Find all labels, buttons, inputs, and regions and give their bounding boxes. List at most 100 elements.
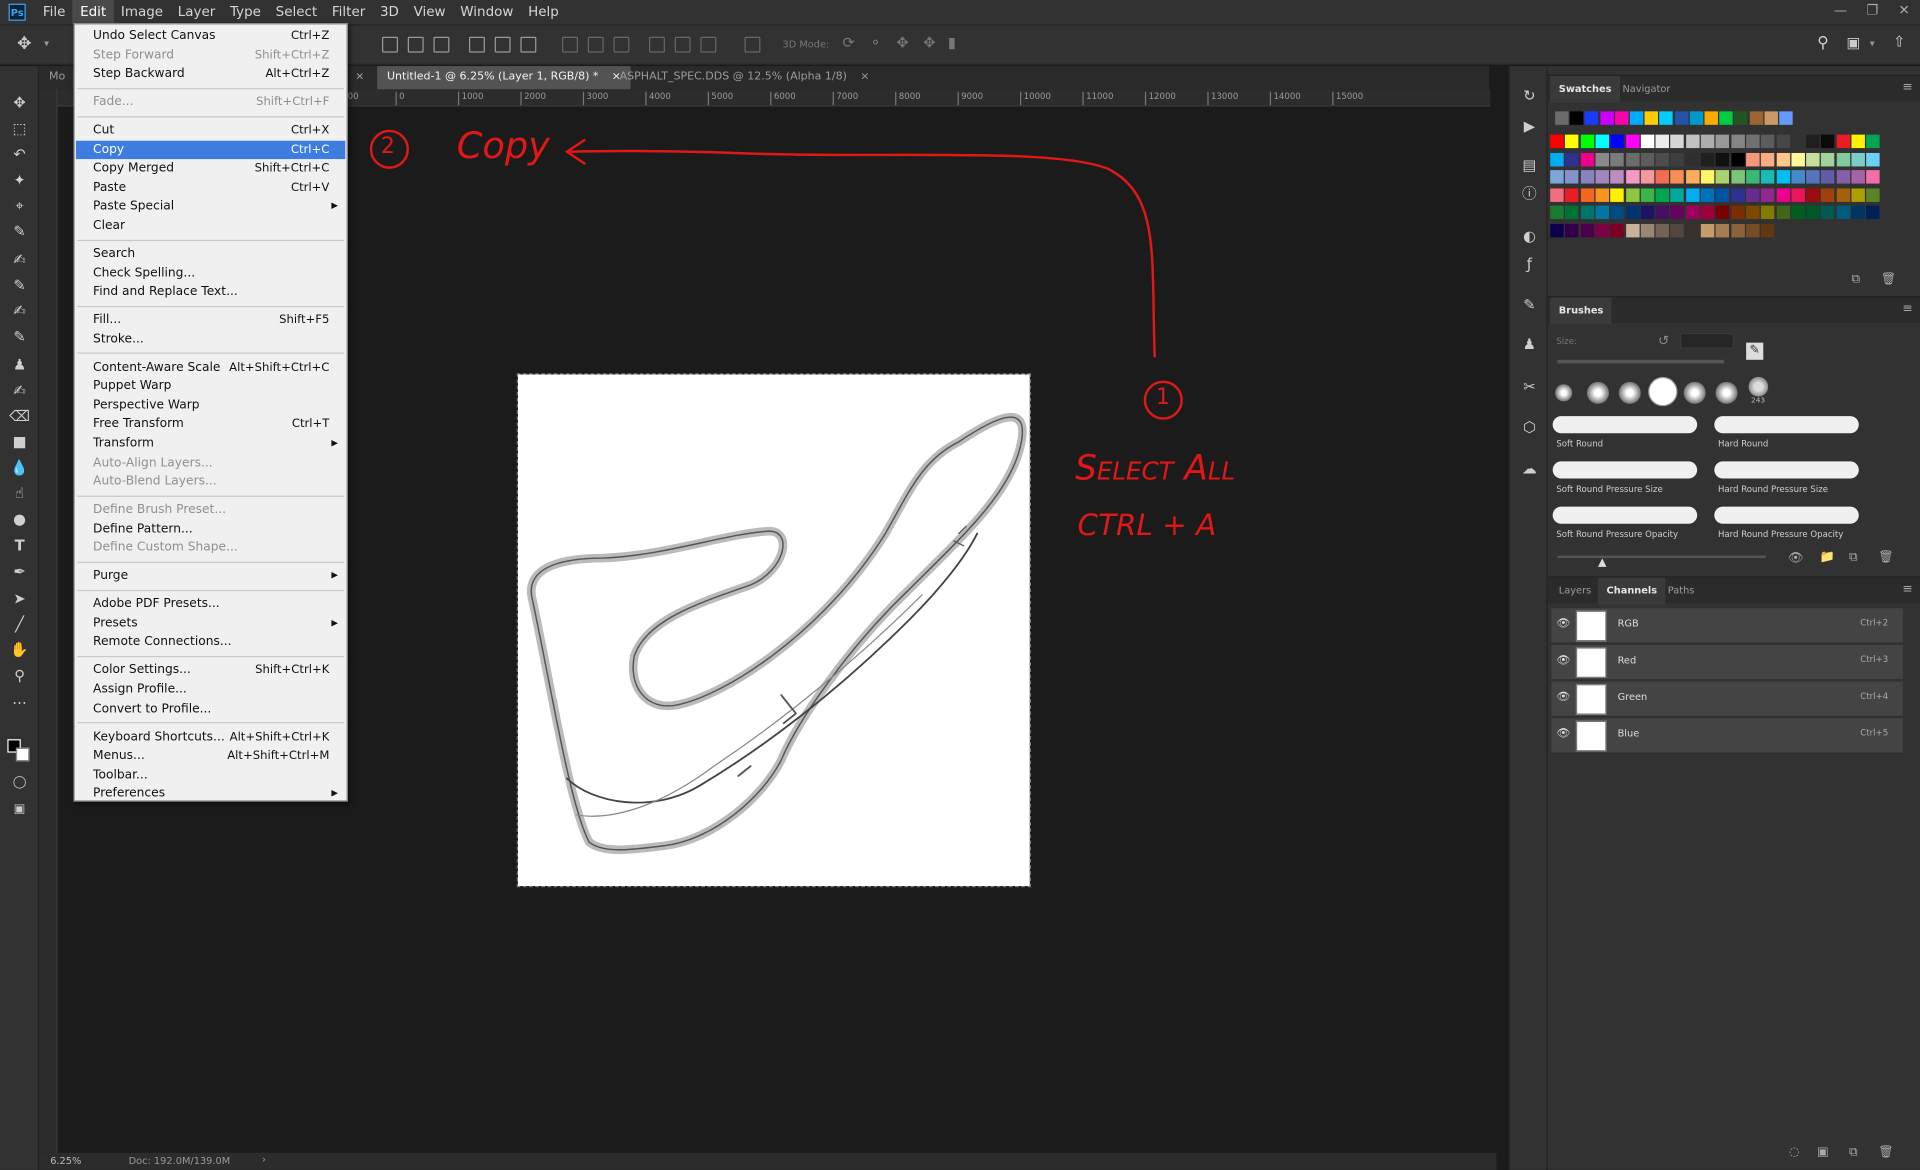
trash-icon[interactable]: 🗑 [1878, 551, 1894, 564]
more-tools-icon[interactable]: ⋯ [9, 693, 31, 713]
swatch[interactable] [1761, 170, 1775, 184]
swatch[interactable] [1640, 170, 1655, 184]
swatch[interactable] [1776, 134, 1790, 149]
visibility-icon[interactable]: 👁 [1556, 618, 1570, 630]
swatch[interactable] [1791, 170, 1805, 184]
gradient-tool-icon[interactable]: ■ [9, 432, 31, 452]
swatch[interactable] [1659, 111, 1674, 125]
distribute-bottom-icon[interactable] [613, 36, 630, 53]
swatch[interactable] [1580, 188, 1594, 202]
menu-item-paste-special[interactable]: Paste Special ▶ [76, 198, 345, 216]
menu-item-presets[interactable]: Presets ▶ [76, 614, 345, 632]
preview-size-slider[interactable] [1557, 555, 1766, 559]
swatch[interactable] [1655, 206, 1670, 220]
marquee-tool-icon[interactable]: ⬚ [9, 119, 31, 139]
menu-item-puppet-warp[interactable]: Puppet Warp [76, 377, 345, 395]
swatch[interactable] [1570, 111, 1584, 125]
menu-type[interactable]: Type [223, 0, 269, 24]
trash-icon[interactable]: 🗑 [1881, 273, 1897, 286]
3d-roll-icon[interactable]: ⚬ [869, 34, 881, 51]
swatch[interactable] [1625, 152, 1639, 166]
swatch[interactable] [1715, 152, 1730, 166]
swatch[interactable] [1821, 170, 1835, 184]
clone-source-icon[interactable]: ♟ [1520, 334, 1540, 354]
channel-row-red[interactable]: 👁 Red Ctrl+3 [1551, 644, 1903, 681]
align-left-icon[interactable] [468, 36, 485, 53]
visibility-icon[interactable]: 👁 [1556, 655, 1570, 667]
swatch[interactable] [1580, 206, 1594, 220]
swatch[interactable] [1550, 134, 1564, 149]
menu-select[interactable]: Select [268, 0, 324, 24]
swatch[interactable] [1746, 134, 1760, 149]
menu-item-purge[interactable]: Purge ▶ [76, 567, 345, 585]
swatch[interactable] [1610, 188, 1624, 202]
swatch[interactable] [1866, 188, 1880, 202]
swatch[interactable] [1580, 170, 1594, 184]
swatch[interactable] [1746, 188, 1760, 202]
3d-pan-icon[interactable]: ✥ [896, 34, 908, 51]
clone-stamp-tool-icon[interactable]: ✍ [9, 301, 31, 321]
swatch[interactable] [1836, 134, 1850, 149]
swatch[interactable] [1670, 188, 1685, 202]
screen-mode-icon[interactable]: ▣ [9, 800, 31, 820]
move-tool-icon[interactable]: ✥ [9, 93, 31, 113]
swatch[interactable] [1550, 170, 1564, 184]
brush-stroke-preview[interactable] [1714, 506, 1859, 524]
menu-item-perspective-warp[interactable]: Perspective Warp [76, 396, 345, 414]
swatch[interactable] [1625, 188, 1639, 202]
3d-icon[interactable]: ⬡ [1520, 417, 1540, 437]
trash-icon[interactable]: 🗑 [1878, 1145, 1894, 1158]
auto-align-icon[interactable] [744, 36, 761, 53]
swatch[interactable] [1851, 152, 1865, 166]
visibility-icon[interactable]: 👁 [1556, 728, 1570, 740]
swatch[interactable] [1625, 170, 1639, 184]
swatch[interactable] [1655, 223, 1670, 238]
reset-icon[interactable]: ↺ [1658, 333, 1669, 349]
lasso-tool-icon[interactable]: ↶ [9, 144, 31, 164]
new-channel-icon[interactable]: ⧉ [1849, 1145, 1858, 1158]
swatch[interactable] [1700, 223, 1715, 238]
swatch[interactable] [1595, 134, 1609, 149]
swatch[interactable] [1625, 134, 1639, 149]
swatch[interactable] [1655, 170, 1670, 184]
swatch[interactable] [1655, 134, 1670, 149]
chevron-down-icon[interactable]: ▾ [44, 38, 49, 49]
menu-item-check-spelling[interactable]: Check Spelling... [76, 264, 345, 282]
swatch[interactable] [1625, 223, 1639, 238]
menu-layer[interactable]: Layer [170, 0, 222, 24]
swatch[interactable] [1700, 206, 1715, 220]
menu-item-convert-to-profile[interactable]: Convert to Profile... [76, 699, 345, 717]
swatch[interactable] [1761, 152, 1775, 166]
brush-preset-label[interactable]: Hard Round [1718, 439, 1768, 449]
menu-item-assign-profile[interactable]: Assign Profile... [76, 680, 345, 698]
menu-item-keyboard-shortcuts[interactable]: Keyboard Shortcuts... Alt+Shift+Ctrl+K [76, 728, 345, 746]
restore-icon[interactable]: ❐ [1856, 0, 1888, 22]
distribute-top-icon[interactable] [562, 36, 578, 53]
menu-item-stroke[interactable]: Stroke... [76, 330, 345, 348]
swatch[interactable] [1761, 223, 1775, 238]
menu-item-paste[interactable]: Paste Ctrl+V [76, 178, 345, 196]
pen-tool-icon[interactable]: ✒ [9, 562, 31, 582]
brush-stroke-preview[interactable] [1714, 416, 1859, 434]
swatch[interactable] [1565, 134, 1579, 149]
move-tool-icon[interactable]: ✥ [17, 34, 31, 54]
eyedropper-tool-icon[interactable]: ✎ [9, 222, 31, 242]
swatch[interactable] [1640, 188, 1655, 202]
swatch[interactable] [1700, 134, 1715, 149]
type-tool-icon[interactable]: T [9, 536, 31, 556]
swatch[interactable] [1550, 188, 1564, 202]
swatch[interactable] [1640, 152, 1655, 166]
swatch[interactable] [1670, 206, 1685, 220]
swatch[interactable] [1730, 188, 1745, 202]
new-brush-icon[interactable]: ⧉ [1849, 551, 1858, 564]
visibility-icon[interactable]: 👁 [1788, 552, 1804, 565]
swatch[interactable] [1610, 170, 1624, 184]
dodge-tool-icon[interactable]: ● [9, 509, 31, 529]
swatch[interactable] [1610, 206, 1624, 220]
zoom-level[interactable]: 6.25% [50, 1155, 81, 1166]
align-hcenter-icon[interactable] [494, 36, 511, 53]
swatch[interactable] [1689, 111, 1704, 125]
menu-edit[interactable]: Edit [72, 0, 114, 25]
menu-item-preferences[interactable]: Preferences ▶ [76, 785, 345, 803]
channel-row-green[interactable]: 👁 Green Ctrl+4 [1551, 681, 1903, 718]
